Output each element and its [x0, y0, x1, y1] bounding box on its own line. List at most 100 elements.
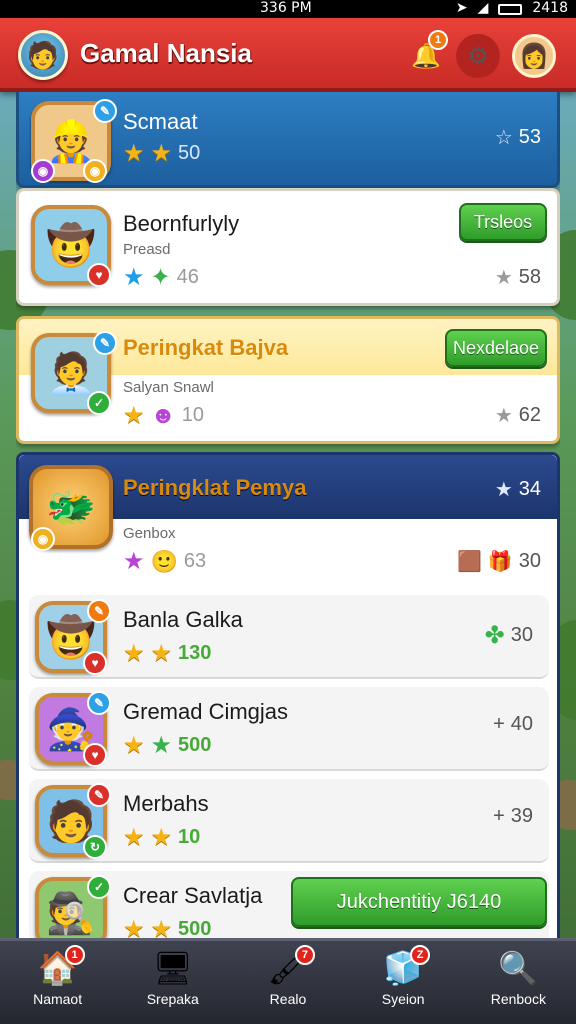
player-name: Scmaat: [123, 109, 198, 134]
player-avatar: 🤠 ✎ ♥: [35, 599, 111, 675]
list-item[interactable]: 🧑 ✎ ↻ Merbahs ★ ★ 10 + 39: [29, 779, 549, 863]
face-icon: 🙂: [150, 548, 178, 574]
location-icon: ➤: [455, 0, 468, 16]
leaderboard-section[interactable]: 🐲 ◉ Peringklat Pemya ★ 34 Genbox ★ 🙂 63 …: [16, 452, 560, 938]
star-icon: ★: [150, 140, 173, 167]
brush-icon: 🖌: [267, 950, 309, 986]
player-avatar: 🧙 ✎ ♥: [35, 691, 111, 767]
join-button[interactable]: Jukchentitiy J6140: [291, 877, 547, 927]
player-score: 130: [178, 642, 212, 664]
star-icon: ★: [494, 479, 513, 501]
settings-button[interactable]: ⚙: [456, 34, 500, 78]
player-score: 500: [178, 734, 212, 756]
magnifier-icon: 🔍: [498, 950, 539, 986]
section-points: ★ 34: [494, 478, 541, 501]
profile-button[interactable]: 👩: [512, 34, 556, 78]
nav-home[interactable]: 🏠 1 Namaot: [3, 945, 113, 1009]
status-bar: 336 PM ➤ ◢ 2418: [0, 0, 576, 18]
player-name: Banla Galka: [123, 607, 243, 632]
battery-icon: [498, 3, 523, 15]
player-subtitle: Preasd: [123, 241, 171, 258]
cube-icon: 🧊: [383, 950, 424, 986]
star-icon: ★: [150, 916, 173, 938]
player-avatar: 🤠 ♥: [31, 205, 111, 287]
star-icon: ★: [123, 640, 145, 667]
player-avatar[interactable]: 🧑: [18, 30, 68, 80]
gift-icon: 🎁: [487, 551, 513, 573]
player-rating: ★ ★ 500: [123, 915, 211, 938]
rank-badge-icon: ◉: [31, 159, 55, 183]
player-score: 500: [178, 918, 212, 938]
nav-label: Namaot: [33, 991, 83, 1007]
player-score: 50: [178, 142, 201, 164]
player-rating: ★ ★ 500: [123, 731, 211, 760]
star-outline-icon: ★: [494, 267, 513, 289]
section-rewards: 🟫 🎁 30: [456, 550, 541, 573]
level-badge-icon: ✎: [87, 691, 111, 715]
nav-label: Srepaka: [146, 991, 199, 1007]
player-score: 46: [176, 266, 199, 288]
level-badge-icon: ✎: [87, 783, 111, 807]
monster-avatar: 🐲 ◉: [29, 465, 113, 551]
clover-icon: ✤: [484, 622, 505, 649]
list-item[interactable]: 🧙 ✎ ♥ Gremad Cimgjas ★ ★ 500 + 40: [29, 687, 549, 771]
player-rating: ★ ☻ 10: [123, 401, 204, 430]
heart-badge-icon: ♥: [87, 263, 111, 287]
player-avatar: 🧑‍💼 ✎ ✓: [31, 331, 117, 415]
player-points: + 40: [493, 713, 533, 735]
nav-label: Realo: [269, 991, 307, 1007]
signal-icon: ◢: [477, 0, 489, 16]
nav-realo[interactable]: 🖌 7 Realo: [233, 945, 343, 1009]
clover-icon: ✦: [150, 264, 171, 291]
check-badge-icon: ✓: [87, 391, 111, 415]
plus-icon: +: [493, 805, 505, 827]
list-item[interactable]: 🕵 ✓ Crear Savlatja ★ ★ 500 Jukchentitiy …: [29, 871, 549, 938]
heart-badge-icon: ♥: [83, 743, 107, 767]
player-rating: ★ ★ 50: [123, 139, 200, 168]
player-points: ★ 58: [494, 266, 541, 289]
check-badge-icon: ✓: [87, 875, 111, 899]
player-avatar: 🧑 ✎ ↻: [35, 783, 111, 859]
player-subtitle: Salyan Snawl: [123, 379, 214, 396]
chest-icon: 🟫: [456, 551, 482, 573]
star-icon: ★: [123, 548, 145, 575]
nav-search[interactable]: 🔍 Renbock: [463, 949, 573, 1009]
star-outline-icon: ★: [494, 405, 513, 427]
leaderboard-card[interactable]: 🧑‍💼 ✎ ✓ Peringkat Bajva Salyan Snawl ★ ☻…: [16, 316, 560, 444]
star-icon: ★: [150, 732, 173, 759]
star-icon: ★: [150, 640, 173, 667]
trade-button[interactable]: Trsleos: [459, 203, 547, 241]
nav-label: Renbock: [490, 991, 546, 1007]
star-outline-icon: ☆: [494, 127, 513, 149]
star-icon: ★: [123, 140, 145, 167]
coin-badge-icon: ◉: [31, 527, 55, 551]
player-name: Gamal Nansia: [80, 38, 252, 68]
player-points: + 39: [493, 805, 533, 827]
level-badge-icon: ✎: [93, 331, 117, 355]
nav-syeion[interactable]: 🧊 Z Syeion: [348, 945, 458, 1009]
nav-label: Syeion: [381, 991, 425, 1007]
home-icon: 🏠: [37, 950, 78, 986]
bottom-nav: 🏠 1 Namaot 🖥 Srepaka 🖌 7 Realo 🧊 Z Syeio…: [0, 938, 576, 1024]
leaderboard-card[interactable]: 🤠 ♥ Beornfurlyly Preasd ★ ✦ 46 Trsleos ★…: [16, 188, 560, 306]
nav-computer[interactable]: 🖥 Srepaka: [118, 949, 228, 1009]
star-icon: ★: [123, 264, 145, 291]
list-item[interactable]: 🤠 ✎ ♥ Banla Galka ★ ★ 130 ✤ 30: [29, 595, 549, 679]
notification-button[interactable]: 🔔 1: [404, 30, 448, 78]
player-points: ✤ 30: [484, 622, 533, 649]
section-title: Peringklat Pemya: [123, 475, 307, 500]
section-score: 63: [183, 550, 207, 572]
next-button[interactable]: Nexdelaoe: [445, 329, 547, 367]
leaderboard-card[interactable]: 👷 ✎ ◉ ◉ Scmaat ★ ★ 50 ☆ 53: [16, 92, 560, 188]
star-icon: ★: [123, 402, 145, 429]
status-icons: ➤ ◢ 2418: [456, 0, 568, 16]
star-icon: ★: [123, 732, 145, 759]
player-rating: ★ ★ 10: [123, 823, 200, 852]
star-icon: ★: [123, 916, 145, 938]
profile-avatar-icon: 👩: [519, 42, 549, 70]
smiley-icon: ☻: [150, 401, 176, 429]
player-name: Crear Savlatja: [123, 883, 263, 908]
nav-badge: 7: [294, 945, 315, 965]
leaderboard-list[interactable]: 👷 ✎ ◉ ◉ Scmaat ★ ★ 50 ☆ 53 🤠 ♥ Beornfurl…: [16, 92, 560, 938]
nav-badge: 1: [64, 945, 85, 965]
